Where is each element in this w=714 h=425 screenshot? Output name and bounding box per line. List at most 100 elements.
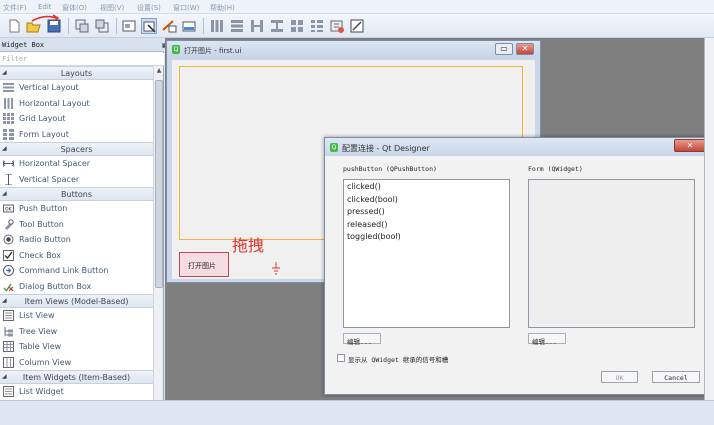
qt-logo-icon: Q: [330, 143, 338, 152]
widget-vertical-spacer[interactable]: Vertical Spacer: [0, 172, 153, 188]
edit-buddies-icon[interactable]: [161, 18, 177, 34]
menu-edit[interactable]: Edit: [38, 3, 52, 11]
ok-button[interactable]: OK: [601, 371, 638, 383]
layout-vertical-icon[interactable]: [229, 18, 245, 34]
push-button-label: 打开图片: [188, 262, 216, 270]
edit-widgets-icon[interactable]: [121, 18, 137, 34]
filter-placeholder: Filter: [2, 55, 28, 63]
table-view-icon: [3, 341, 14, 352]
list-item[interactable]: clicked(bool): [344, 195, 509, 208]
widget-column-view[interactable]: Column View: [0, 355, 153, 371]
widget-list-view[interactable]: List View: [0, 308, 153, 324]
toolbar-separator: [116, 18, 117, 34]
status-bar: [0, 400, 714, 425]
list-item[interactable]: released(): [344, 220, 509, 233]
widget-box-panel: Widget Box ⧉ ✕ Filter ◢Layouts Vertical …: [0, 38, 167, 400]
edit-tab-order-icon[interactable]: [181, 18, 197, 34]
layout-horizontal-icon[interactable]: [209, 18, 225, 34]
filter-input[interactable]: Filter: [0, 53, 164, 66]
widget-table-view[interactable]: Table View: [0, 339, 153, 355]
configure-connection-dialog[interactable]: Q 配置连接 - Qt Designer ✕ pushButton (QPush…: [324, 137, 709, 395]
new-file-icon[interactable]: [6, 18, 22, 34]
receiver-header: Form (QWidget): [528, 165, 583, 173]
open-image-push-button[interactable]: 打开图片: [179, 252, 229, 277]
send-to-back-icon[interactable]: [74, 18, 90, 34]
widget-tree-view[interactable]: Tree View: [0, 324, 153, 340]
list-item[interactable]: pressed(): [344, 207, 509, 220]
layout-form-icon[interactable]: [309, 18, 325, 34]
vertical-layout-icon: [3, 83, 14, 92]
form-title: 打开图片 - first.ui: [184, 47, 242, 55]
edit-signals-slots-icon[interactable]: [141, 18, 157, 34]
menu-file[interactable]: 文件(F): [3, 3, 27, 13]
category-buttons[interactable]: ◢ Buttons: [0, 187, 153, 201]
widget-tool-button[interactable]: Tool Button: [0, 217, 153, 233]
vertical-spacer-icon: [5, 173, 12, 185]
menu-help[interactable]: 帮助(H): [210, 3, 235, 13]
widget-check-box[interactable]: Check Box: [0, 248, 153, 264]
list-item[interactable]: clicked(): [344, 182, 509, 195]
widget-form-layout[interactable]: Form Layout: [0, 127, 153, 143]
menu-view[interactable]: 视图(V): [100, 3, 124, 13]
close-icon[interactable]: ✕: [674, 139, 706, 152]
widget-command-link-button[interactable]: Command Link Button: [0, 263, 153, 279]
category-spacers[interactable]: ◢ Spacers: [0, 142, 153, 156]
cancel-button[interactable]: Cancel: [652, 371, 700, 383]
check-box-icon: [3, 249, 14, 261]
widget-horizontal-layout[interactable]: Horizontal Layout: [0, 96, 153, 112]
drag-annotation: 拖拽: [232, 236, 265, 255]
show-inherited-label: 显示从 QWidget 继承的信号和槽: [348, 356, 449, 364]
category-layouts[interactable]: ◢ Layouts: [0, 66, 153, 80]
right-dock-edge: [704, 38, 714, 400]
layout-grid-icon[interactable]: [289, 18, 305, 34]
adjust-size-icon[interactable]: [349, 18, 365, 34]
menu-form[interactable]: 窗体(O): [62, 3, 87, 13]
menu-window[interactable]: 窗口(W): [173, 3, 199, 13]
widget-box-title: Widget Box: [2, 41, 45, 49]
edit-signals-button[interactable]: 编辑...: [343, 333, 381, 346]
ground-connection-icon: [272, 262, 280, 275]
list-view-icon: [3, 310, 14, 321]
category-item-views[interactable]: ◢ Item Views (Model-Based): [0, 294, 153, 308]
layout-vertical-splitter-icon[interactable]: [269, 18, 285, 34]
signal-list[interactable]: clicked() clicked(bool) pressed() releas…: [343, 179, 510, 328]
widget-dialog-button-box[interactable]: Dialog Button Box: [0, 279, 153, 295]
widget-horizontal-spacer[interactable]: Horizontal Spacer: [0, 156, 153, 172]
horizontal-spacer-icon: [3, 160, 14, 167]
widget-radio-button[interactable]: Radio Button: [0, 232, 153, 248]
list-item[interactable]: toggled(bool): [344, 232, 509, 245]
command-link-icon: [3, 265, 14, 276]
toolbar-separator: [68, 18, 69, 34]
widget-push-button[interactable]: OK Push Button: [0, 201, 153, 217]
toolbar-separator: [203, 18, 204, 34]
menu-bar: 文件(F) Edit 窗体(O) 视图(V) 设置(S) 窗口(W) 帮助(H): [0, 0, 714, 14]
widget-grid-layout[interactable]: Grid Layout: [0, 111, 153, 127]
tree-view-icon: [4, 326, 13, 336]
menu-settings[interactable]: 设置(S): [137, 3, 161, 13]
horizontal-layout-icon: [4, 97, 13, 109]
column-view-icon: [3, 356, 14, 368]
toolbar: [0, 14, 714, 38]
widget-list-widget[interactable]: List Widget: [0, 384, 153, 400]
break-layout-icon[interactable]: [329, 18, 345, 34]
bring-to-front-icon[interactable]: [94, 18, 110, 34]
dialog-title-bar[interactable]: Q 配置连接 - Qt Designer ✕: [325, 138, 708, 156]
layout-horizontal-splitter-icon[interactable]: [249, 18, 265, 34]
close-icon[interactable]: ✕: [516, 43, 534, 55]
scroll-thumb[interactable]: [155, 80, 163, 288]
category-item-widgets[interactable]: ◢ Item Widgets (Item-Based): [0, 370, 153, 384]
show-inherited-checkbox[interactable]: [337, 354, 345, 362]
scroll-up-icon[interactable]: ▲: [155, 67, 163, 77]
dialog-title: 配置连接 - Qt Designer: [342, 144, 430, 153]
dialog-button-box-icon: [3, 283, 14, 292]
drag-arrow-indicator: [31, 14, 60, 22]
slot-list[interactable]: [528, 179, 695, 328]
minimize-icon[interactable]: ▭: [495, 43, 513, 55]
widget-vertical-layout[interactable]: Vertical Layout: [0, 80, 153, 96]
widget-box-scrollbar[interactable]: ▲: [153, 66, 163, 400]
edit-slots-button[interactable]: 编辑...: [528, 333, 566, 346]
radio-button-icon: [3, 234, 14, 245]
form-layout-icon: [3, 128, 14, 140]
form-title-bar[interactable]: Q 打开图片 - first.ui ▭ ✕: [167, 41, 540, 58]
sender-header: pushButton (QPushButton): [343, 165, 437, 173]
